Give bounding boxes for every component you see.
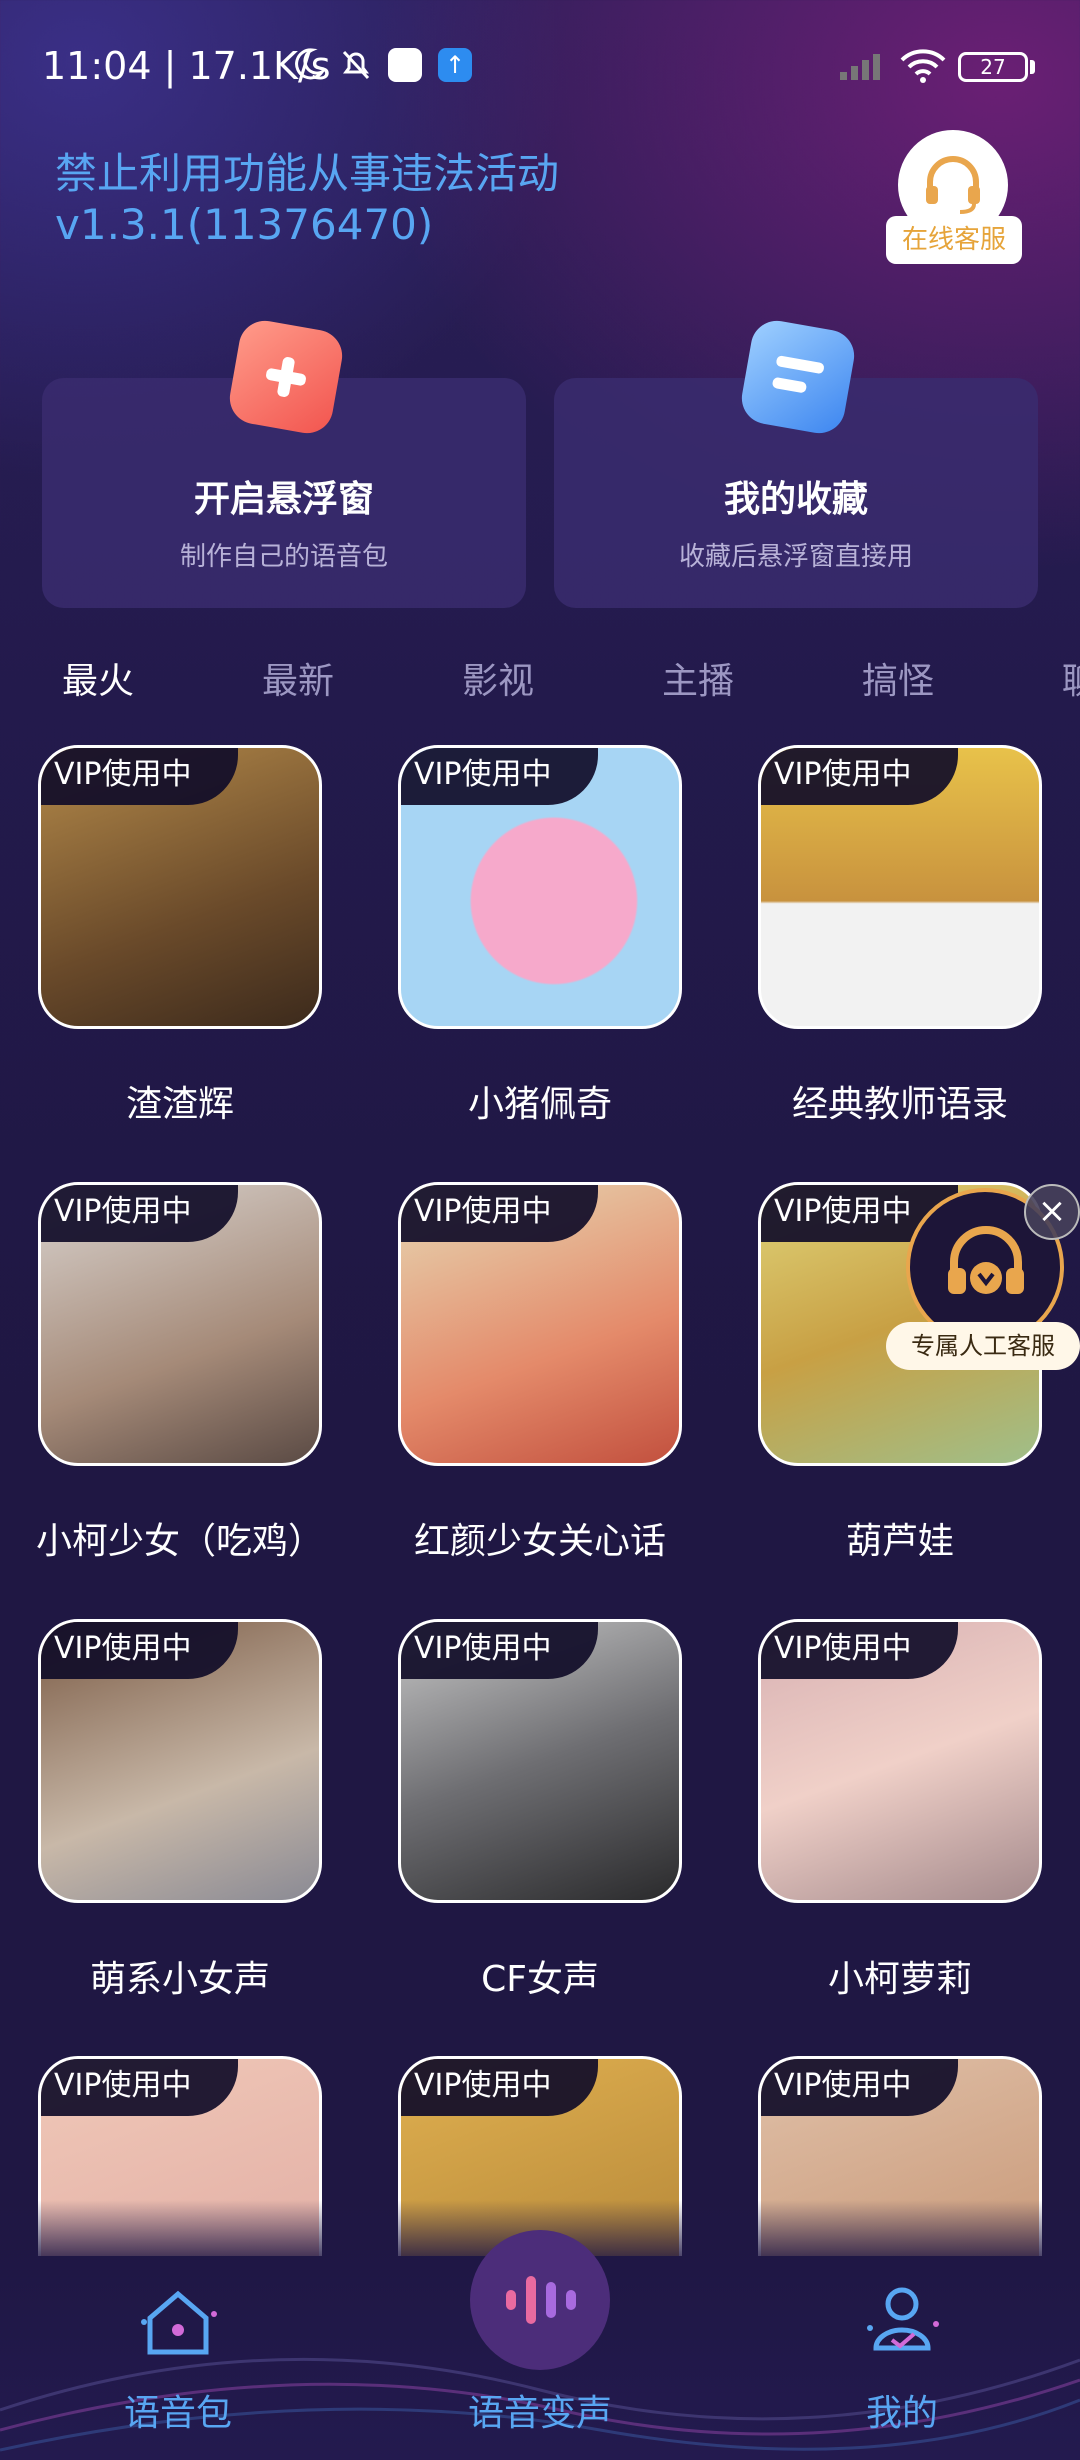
voice-pack-tile[interactable]: VIP使用中 <box>758 745 1042 1029</box>
floating-window-title: 开启悬浮窗 <box>193 479 374 520</box>
voice-pack-name[interactable]: 小猪佩奇 <box>360 1075 720 1127</box>
voice-pack-name[interactable]: 萌系小女声 <box>0 1950 360 2002</box>
vip-badge: VIP使用中 <box>401 748 598 805</box>
voice-pack-name[interactable]: 红颜少女关心话 <box>360 1512 720 1564</box>
exclusive-service-label[interactable]: 专属人工客服 <box>886 1322 1080 1370</box>
vip-badge: VIP使用中 <box>401 2059 598 2116</box>
tab-hottest[interactable]: 最火 <box>62 652 134 704</box>
battery-indicator: 27 <box>958 52 1028 82</box>
status-time: 11:04 | 17.1K/s <box>42 44 331 88</box>
vip-badge: VIP使用中 <box>41 1185 238 1242</box>
voice-pack-tile[interactable]: VIP使用中 <box>758 1619 1042 1903</box>
vip-badge: VIP使用中 <box>41 2059 238 2116</box>
voice-pack-name[interactable]: 葫芦娃 <box>720 1512 1080 1564</box>
voice-pack-name[interactable]: 经典教师语录 <box>720 1075 1080 1127</box>
wifi-icon <box>900 49 946 83</box>
user-icon <box>867 2287 939 2351</box>
headset-icon <box>926 156 980 214</box>
voice-wave-icon <box>506 2276 576 2324</box>
nav-voice-change[interactable] <box>470 2230 610 2370</box>
status-bar: 11:04 | 17.1K/s ↑ 27 <box>0 0 1080 130</box>
voice-pack-tile[interactable]: VIP使用中 <box>38 745 322 1029</box>
app-notification-icon <box>388 48 422 82</box>
nav-voice-pack[interactable] <box>130 2274 226 2370</box>
voice-pack-name[interactable]: CF女声 <box>360 1950 720 2002</box>
favorites-title: 我的收藏 <box>723 479 868 520</box>
vip-badge: VIP使用中 <box>401 1185 598 1242</box>
version-text: v1.3.1(11376470) <box>55 200 434 249</box>
voice-pack-name[interactable]: 小柯萝莉 <box>720 1950 1080 2002</box>
home-icon <box>141 2290 217 2355</box>
mute-bell-icon <box>342 50 370 80</box>
tab-streamer[interactable]: 主播 <box>662 652 734 704</box>
close-float-button[interactable]: × <box>1024 1184 1080 1240</box>
voice-pack-name[interactable]: 渣渣辉 <box>0 1075 360 1127</box>
signal-icon <box>840 54 880 80</box>
tab-funny[interactable]: 搞怪 <box>862 652 934 704</box>
voice-pack-tile[interactable]: VIP使用中 <box>398 1619 682 1903</box>
list-icon <box>737 316 859 438</box>
moon-icon <box>295 48 326 80</box>
headset-heart-icon <box>948 1226 1024 1294</box>
vip-badge: VIP使用中 <box>41 1622 238 1679</box>
voice-pack-tile[interactable]: VIP使用中 <box>38 1619 322 1903</box>
voice-pack-tile[interactable]: VIP使用中 <box>38 1182 322 1466</box>
floating-window-subtitle: 制作自己的语音包 <box>179 542 388 572</box>
nav-voice-pack-label[interactable]: 语音包 <box>68 2384 288 2436</box>
nav-mine[interactable] <box>852 2268 952 2368</box>
vip-badge: VIP使用中 <box>761 748 958 805</box>
tab-partial[interactable]: 聊 <box>1062 652 1080 704</box>
plus-icon <box>225 316 347 438</box>
battery-tip <box>1030 60 1035 74</box>
warning-text: 禁止利用功能从事违法活动 <box>55 149 560 198</box>
nav-mine-label[interactable]: 我的 <box>792 2384 1012 2436</box>
vip-badge: VIP使用中 <box>761 2059 958 2116</box>
voice-pack-name[interactable]: 小柯少女（吃鸡） <box>0 1512 360 1564</box>
upload-notification-icon: ↑ <box>438 48 472 82</box>
voice-pack-tile[interactable]: VIP使用中 <box>398 745 682 1029</box>
voice-pack-tile[interactable]: VIP使用中 <box>398 1182 682 1466</box>
vip-badge: VIP使用中 <box>401 1622 598 1679</box>
vip-badge: VIP使用中 <box>41 748 238 805</box>
online-service-label[interactable]: 在线客服 <box>886 216 1022 264</box>
nav-voice-change-label[interactable]: 语音变声 <box>430 2384 650 2436</box>
tab-newest[interactable]: 最新 <box>262 652 334 704</box>
vip-badge: VIP使用中 <box>761 1622 958 1679</box>
tab-film[interactable]: 影视 <box>462 652 534 704</box>
favorites-subtitle: 收藏后悬浮窗直接用 <box>678 542 913 572</box>
